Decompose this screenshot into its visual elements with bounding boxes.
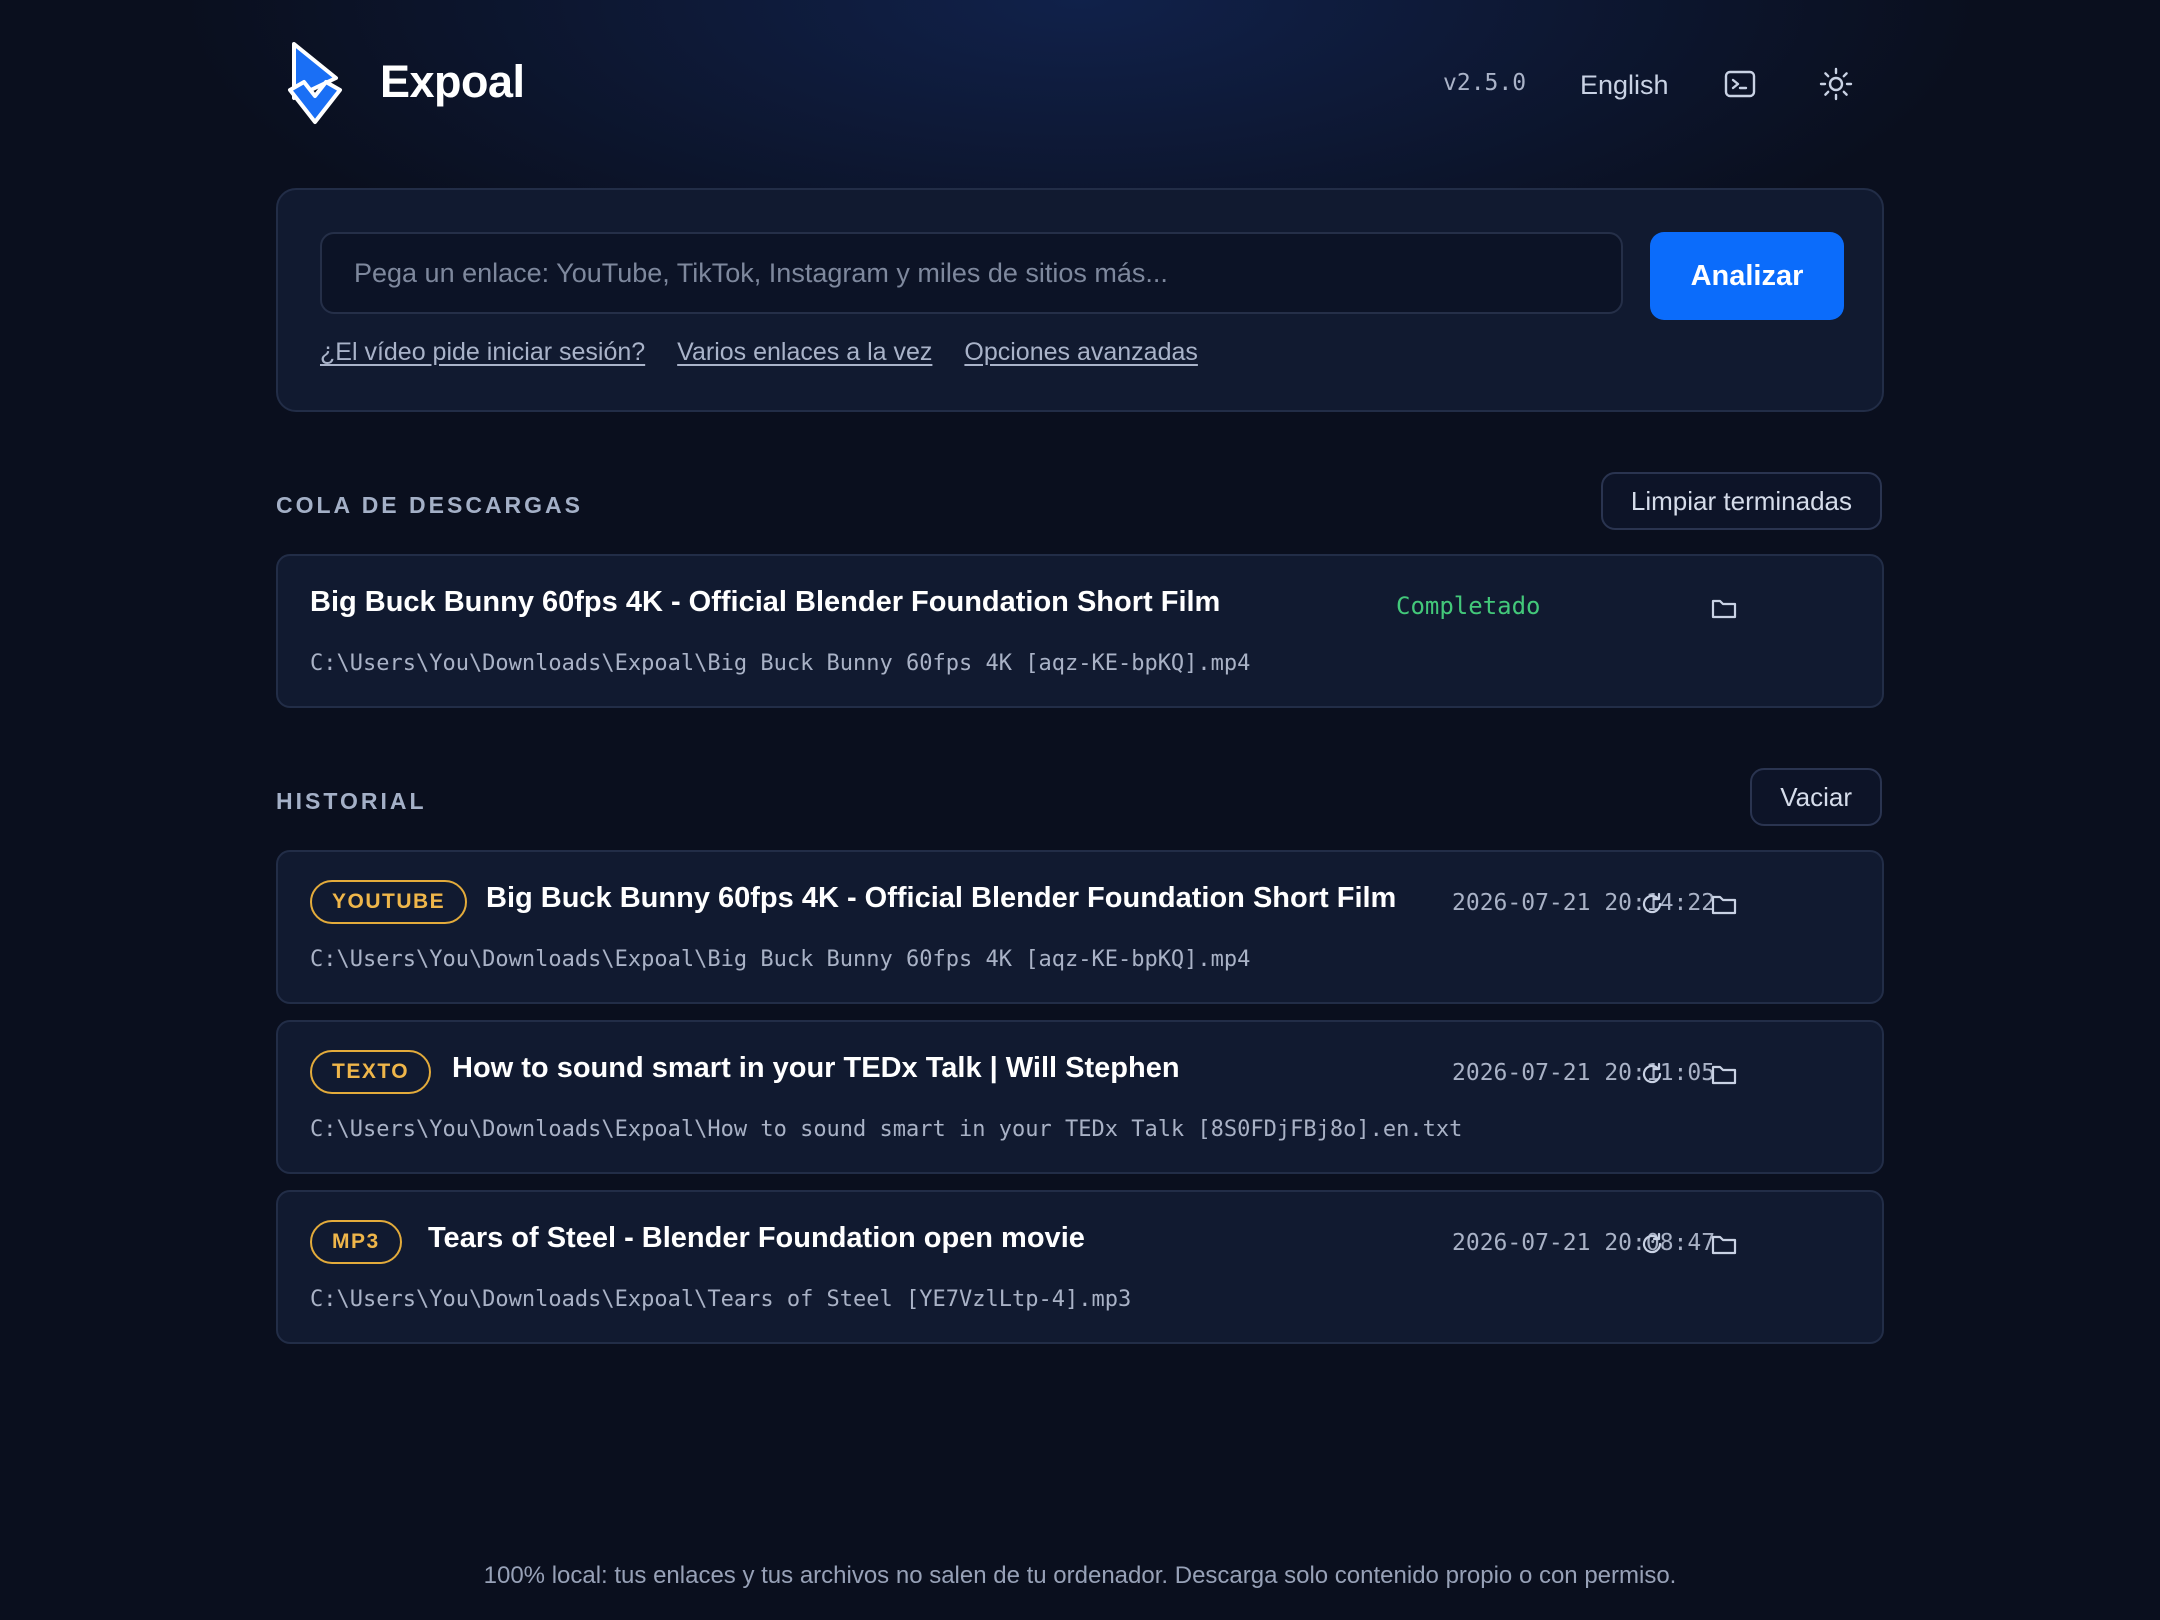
history-section-title: HISTORIAL: [276, 788, 427, 814]
open-folder-button[interactable]: [1704, 884, 1744, 924]
history-item-title: Big Buck Bunny 60fps 4K - Official Blend…: [486, 882, 1397, 914]
app-name: Expoal: [380, 56, 525, 107]
login-help-link[interactable]: ¿El vídeo pide iniciar sesión?: [320, 338, 645, 378]
folder-icon: [1711, 1235, 1737, 1255]
history-item-date: 2026-07-21 20:08:47: [1452, 1230, 1716, 1256]
folder-icon: [1711, 1065, 1737, 1085]
queue-item: Big Buck Bunny 60fps 4K - Official Blend…: [276, 554, 1884, 708]
history-item-date: 2026-07-21 20:11:05: [1452, 1060, 1716, 1086]
folder-icon: [1711, 895, 1737, 915]
advanced-options-link[interactable]: Opciones avanzadas: [964, 338, 1197, 378]
url-input[interactable]: [320, 232, 1623, 314]
header: Expoal v2.5.0 English: [276, 36, 1884, 136]
refresh-icon: [1642, 1062, 1662, 1084]
history-item-path: C:\Users\You\Downloads\Expoal\Big Buck B…: [310, 947, 1251, 972]
clear-finished-button[interactable]: Limpiar terminadas: [1600, 472, 1882, 530]
source-badge: MP3: [310, 1220, 402, 1264]
history-item: TEXTO How to sound smart in your TEDx Ta…: [276, 1020, 1884, 1174]
source-badge: TEXTO: [310, 1050, 432, 1094]
search-links: ¿El vídeo pide iniciar sesión? Varios en…: [320, 338, 1198, 378]
history-item-date: 2026-07-21 20:14:22: [1452, 890, 1716, 916]
refresh-icon: [1642, 892, 1662, 914]
refresh-icon: [1642, 1232, 1662, 1254]
expoal-logo-icon: [288, 42, 342, 124]
app-page: Expoal v2.5.0 English Anali: [276, 0, 1884, 1620]
sun-icon: [1819, 67, 1853, 101]
history-item: MP3 Tears of Steel - Blender Foundation …: [276, 1190, 1884, 1344]
history-item: YOUTUBE Big Buck Bunny 60fps 4K - Offici…: [276, 850, 1884, 1004]
redownload-button[interactable]: [1632, 1224, 1672, 1264]
open-folder-button[interactable]: [1704, 1224, 1744, 1264]
redownload-button[interactable]: [1632, 1054, 1672, 1094]
history-item-path: C:\Users\You\Downloads\Expoal\How to sou…: [310, 1117, 1463, 1142]
terminal-icon: [1724, 70, 1756, 98]
app-version: v2.5.0: [1443, 70, 1527, 96]
queue-item-path: C:\Users\You\Downloads\Expoal\Big Buck B…: [310, 651, 1251, 676]
history-item-title: Tears of Steel - Blender Foundation open…: [428, 1222, 1085, 1254]
queue-section-title: COLA DE DESCARGAS: [276, 492, 583, 518]
open-folder-button[interactable]: [1704, 588, 1744, 628]
history-item-path: C:\Users\You\Downloads\Expoal\Tears of S…: [310, 1287, 1132, 1312]
url-search-card: Analizar ¿El vídeo pide iniciar sesión? …: [276, 188, 1884, 412]
status-label: Completado: [1396, 592, 1541, 620]
history-item-title: How to sound smart in your TEDx Talk | W…: [452, 1052, 1180, 1084]
multiple-links-link[interactable]: Varios enlaces a la vez: [677, 338, 932, 378]
queue-item-title: Big Buck Bunny 60fps 4K - Official Blend…: [310, 586, 1221, 618]
analyze-button[interactable]: Analizar: [1650, 232, 1844, 320]
open-folder-button[interactable]: [1704, 1054, 1744, 1094]
theme-toggle-button[interactable]: [1812, 60, 1860, 108]
footer-note: 100% local: tus enlaces y tus archivos n…: [483, 1562, 1677, 1589]
source-badge: YOUTUBE: [310, 880, 468, 924]
terminal-button[interactable]: [1716, 60, 1764, 108]
language-selector[interactable]: English: [1580, 70, 1669, 101]
redownload-button[interactable]: [1632, 884, 1672, 924]
folder-icon: [1711, 599, 1737, 619]
clear-history-button[interactable]: Vaciar: [1750, 768, 1882, 826]
